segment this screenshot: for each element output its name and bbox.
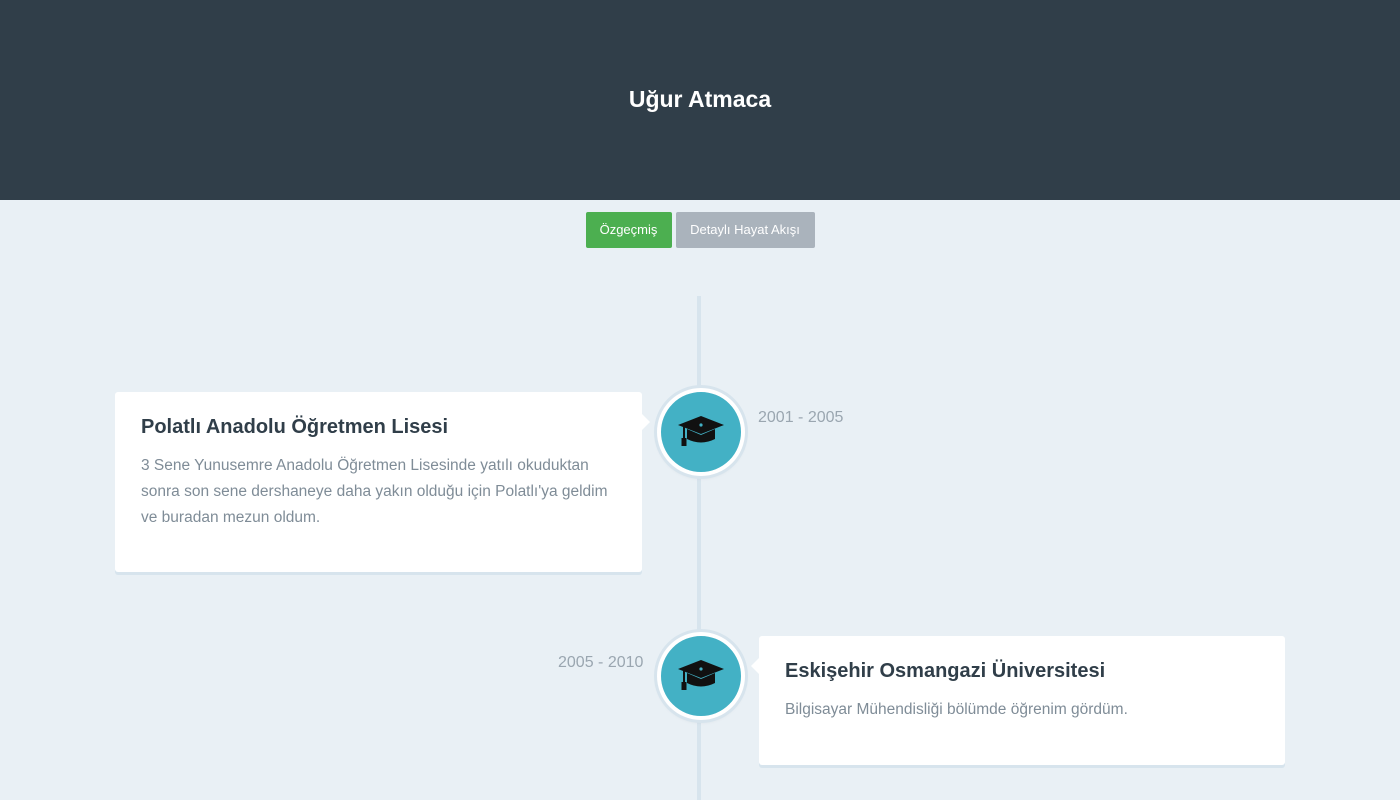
timeline-card-text: Bilgisayar Mühendisliği bölümde öğrenim … <box>785 701 1128 718</box>
detailed-life-flow-button[interactable]: Detaylı Hayat Akışı <box>675 212 815 248</box>
timeline-card-title: Polatlı Anadolu Öğretmen Lisesi <box>141 416 449 438</box>
timeline-card-title: Eskişehir Osmangazi Üniversitesi <box>785 660 1106 682</box>
timeline-node <box>657 388 745 476</box>
graduation-cap-icon <box>678 416 724 446</box>
timeline-card: Polatlı Anadolu Öğretmen Lisesi 3 Sene Y… <box>115 392 650 572</box>
graduation-cap-icon <box>678 660 724 690</box>
timeline-date: 2001 - 2005 <box>758 409 844 426</box>
timeline-card: Eskişehir Osmangazi Üniversitesi Bilgisa… <box>751 636 1285 765</box>
nav-buttons: Özgeçmiş Detaylı Hayat Akışı <box>0 212 1400 248</box>
timeline-line <box>697 296 701 800</box>
page-title: Uğur Atmaca <box>628 86 772 112</box>
timeline-node <box>657 632 745 720</box>
timeline-date: 2005 - 2010 <box>558 654 644 671</box>
timeline-card-text: 3 Sene Yunusemre Anadolu Öğretmen Lisesi… <box>141 457 608 526</box>
resume-button[interactable]: Özgeçmiş <box>585 212 672 248</box>
page-header: Uğur Atmaca <box>0 0 1400 200</box>
